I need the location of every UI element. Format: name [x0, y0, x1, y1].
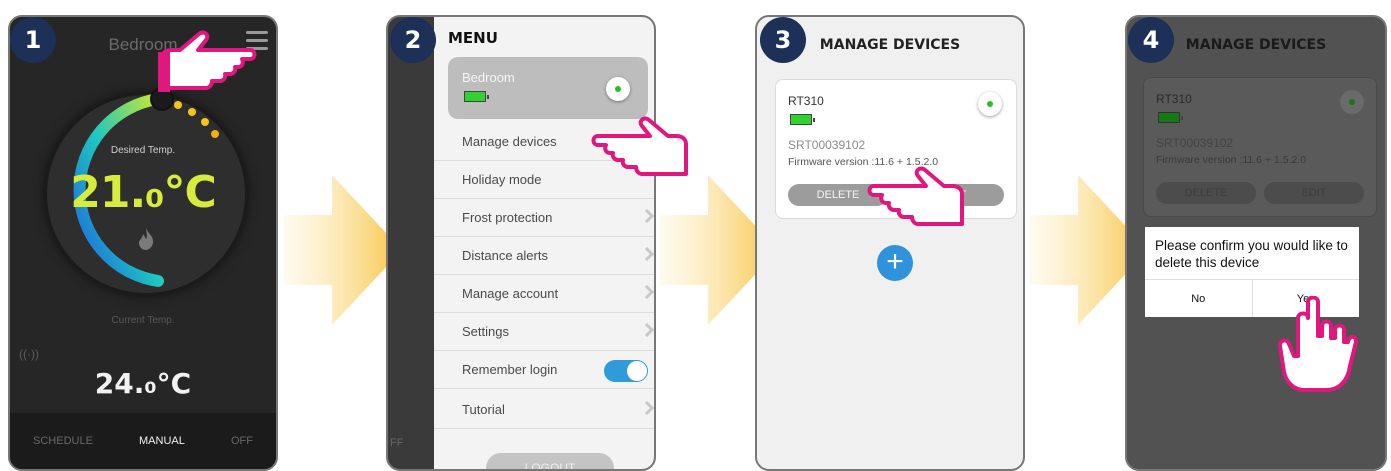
chevron-right-icon	[639, 322, 654, 338]
menu-item-settings[interactable]: Settings	[434, 313, 654, 351]
device-name: Bedroom	[462, 70, 515, 85]
device-radio-button	[1340, 90, 1364, 114]
chevron-right-icon	[639, 400, 654, 416]
menu-item-tutorial[interactable]: Tutorial	[434, 391, 654, 429]
flame-icon	[139, 228, 154, 250]
pointing-hand-icon	[867, 166, 964, 226]
side-menu: MENU Bedroom Manage devices Holiday mode…	[434, 17, 654, 469]
background-tab-label: FF	[390, 437, 404, 449]
signal-icon: ((·))	[19, 347, 39, 361]
tab-schedule[interactable]: SCHEDULE	[33, 435, 93, 447]
menu-screen: FF MENU Bedroom Manage devices Holiday m…	[386, 15, 656, 471]
delete-button: DELETE	[1156, 182, 1256, 204]
device-serial: SRT00039102	[1156, 136, 1234, 150]
delete-confirm-screen: MANAGE DEVICES RT310 SRT00039102 Firmwar…	[1125, 15, 1387, 471]
no-button[interactable]: No	[1145, 280, 1253, 317]
pointing-hand-icon	[158, 30, 257, 92]
tab-off[interactable]: OFF	[231, 435, 253, 447]
desired-temp-label: Desired Temp.	[110, 145, 176, 156]
manage-devices-screen: MANAGE DEVICES RT310 SRT00039102 Firmwar…	[755, 15, 1025, 471]
menu-title: MENU	[448, 29, 498, 47]
device-name: RT310	[1156, 92, 1192, 106]
menu-item-manage-account[interactable]: Manage account	[434, 275, 654, 313]
current-temp-value: 24.₀°C	[94, 367, 192, 400]
current-temp-label: Current Temp.	[111, 315, 175, 326]
edit-button: EDIT	[1264, 182, 1364, 204]
device-card: RT310 SRT00039102 Firmware version :11.6…	[1143, 77, 1377, 217]
menu-item-remember-login: Remember login	[434, 351, 654, 389]
add-device-button[interactable]: +	[877, 245, 913, 281]
battery-icon	[464, 91, 489, 102]
mode-tab-bar: SCHEDULE MANUAL OFF	[10, 413, 276, 469]
pointing-hand-icon	[591, 116, 688, 176]
battery-icon	[790, 114, 815, 125]
device-card[interactable]: Bedroom	[448, 57, 648, 119]
chevron-right-icon	[639, 246, 654, 262]
chevron-right-icon	[639, 208, 654, 224]
pointing-hand-icon	[1278, 296, 1358, 392]
device-radio-button[interactable]	[606, 77, 630, 101]
menu-item-frost-protection[interactable]: Frost protection	[434, 199, 654, 237]
step-badge-4: 4	[1128, 17, 1174, 63]
tab-manual[interactable]: MANUAL	[139, 435, 185, 447]
remember-login-toggle[interactable]	[604, 360, 648, 382]
device-serial: SRT00039102	[788, 138, 866, 152]
chevron-right-icon	[639, 284, 654, 300]
logout-button[interactable]: LOGOUT	[486, 453, 614, 469]
desired-temp-value: 21.₀°C	[70, 167, 217, 218]
battery-icon	[1158, 112, 1183, 123]
device-radio-button[interactable]	[978, 92, 1002, 116]
firmware-version: Firmware version :11.6 + 1.5.2.0	[1156, 154, 1307, 166]
step-badge-3: 3	[760, 17, 806, 63]
menu-item-distance-alerts[interactable]: Distance alerts	[434, 237, 654, 275]
device-name: RT310	[788, 94, 824, 108]
confirm-message: Please confirm you would like to delete …	[1155, 238, 1348, 270]
step-badge-2: 2	[390, 17, 436, 63]
step-badge-1: 1	[10, 17, 56, 63]
